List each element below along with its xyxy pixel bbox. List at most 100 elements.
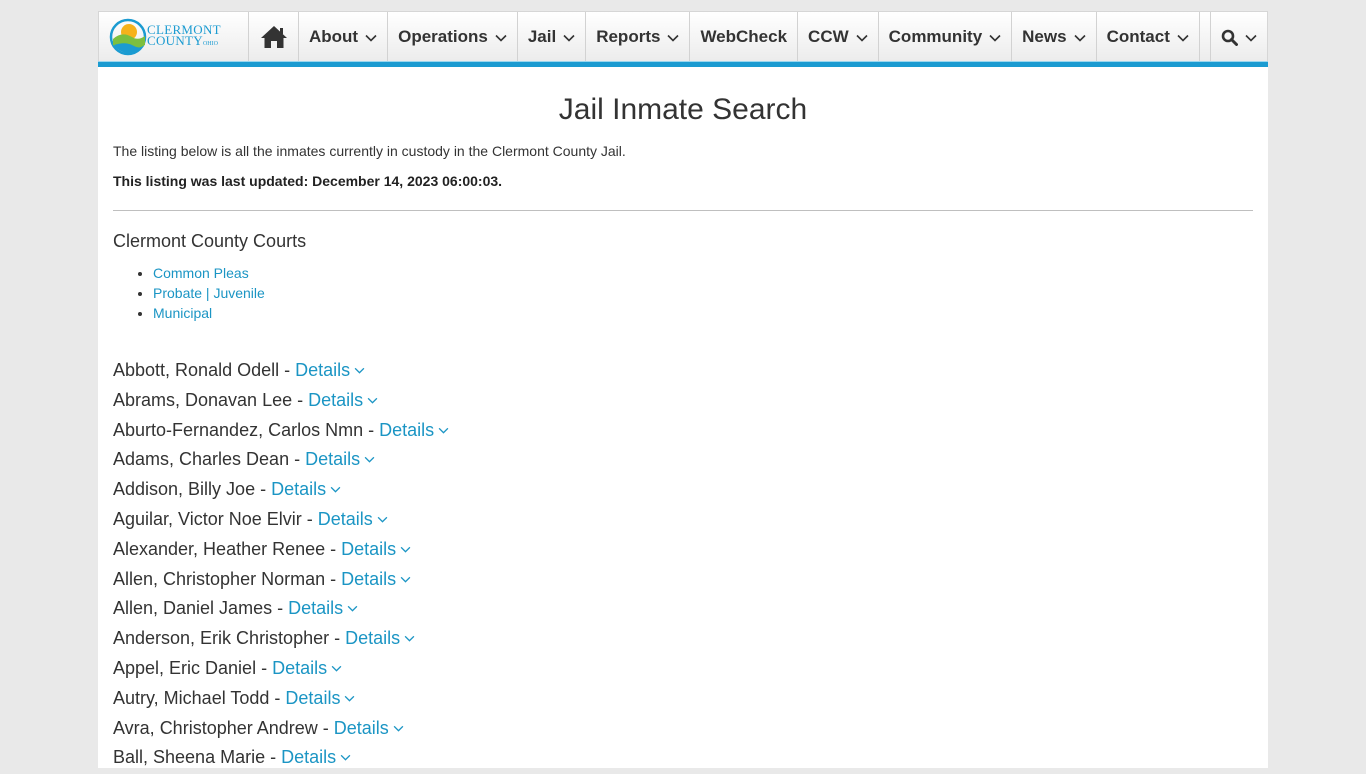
details-toggle[interactable]: Details <box>334 718 404 738</box>
inmate-separator: - <box>363 419 380 440</box>
intro-text: The listing below is all the inmates cur… <box>113 143 626 159</box>
inmate-row: Anderson, Erik Christopher - Details <box>113 625 449 655</box>
details-toggle[interactable]: Details <box>295 360 365 380</box>
court-link[interactable]: Municipal <box>153 305 212 321</box>
inmate-name: Appel, Eric Daniel <box>113 657 257 678</box>
nav-item-community[interactable]: Community <box>879 12 1013 62</box>
chevron-down-icon <box>1074 27 1086 47</box>
details-toggle[interactable]: Details <box>285 688 355 708</box>
chevron-down-icon <box>340 688 355 708</box>
chevron-down-icon <box>856 27 868 47</box>
details-label: Details <box>317 508 373 529</box>
inmate-separator: - <box>279 360 296 380</box>
court-link[interactable]: Common Pleas <box>153 265 249 281</box>
details-toggle[interactable]: Details <box>341 539 411 559</box>
nav-item-label: Reports <box>596 27 661 46</box>
inmate-row: Autry, Michael Todd - Details <box>113 685 449 715</box>
details-toggle[interactable]: Details <box>288 598 358 618</box>
inmate-separator: - <box>292 389 309 410</box>
nav-item-label: CCW <box>808 27 849 46</box>
details-label: Details <box>379 419 435 440</box>
details-toggle[interactable]: Details <box>318 509 388 529</box>
chevron-down-icon <box>336 747 351 767</box>
nav-item-label: News <box>1022 27 1067 46</box>
details-label: Details <box>295 360 351 380</box>
courts-links-list: Common Pleas Probate | Juvenile Municipal <box>113 263 265 323</box>
nav-home-button[interactable] <box>249 12 299 62</box>
nav-item-label: About <box>309 27 359 46</box>
home-icon <box>260 26 287 48</box>
inmate-name: Abrams, Donavan Lee <box>113 389 293 410</box>
details-label: Details <box>271 479 327 500</box>
inmate-row: Abrams, Donavan Lee - Details <box>113 387 449 417</box>
chevron-down-icon <box>396 569 411 589</box>
details-toggle[interactable]: Details <box>379 420 449 440</box>
nav-item-reports[interactable]: Reports <box>586 12 691 62</box>
details-toggle[interactable]: Details <box>345 628 415 648</box>
inmate-separator: - <box>325 538 342 559</box>
inmate-separator: - <box>256 657 273 678</box>
inmate-row: Allen, Daniel James - Details <box>113 595 449 625</box>
inmate-name: Aburto-Fernandez, Carlos Nmn <box>113 419 364 440</box>
details-toggle[interactable]: Details <box>271 479 341 499</box>
nav-item-contact[interactable]: Contact <box>1097 12 1200 62</box>
nav-item-jail[interactable]: Jail <box>518 12 587 62</box>
details-toggle[interactable]: Details <box>341 569 411 589</box>
court-link[interactable]: Probate | Juvenile <box>153 285 265 301</box>
inmate-row: Allen, Christopher Norman - Details <box>113 566 449 596</box>
logo-text-county: COUNTY <box>147 33 203 48</box>
chevron-down-icon <box>365 27 377 47</box>
nav-item-label: Operations <box>398 27 488 46</box>
chevron-down-icon <box>350 360 365 380</box>
inmate-row: Aguilar, Victor Noe Elvir - Details <box>113 506 449 536</box>
inmate-name: Ball, Sheena Marie <box>113 747 266 768</box>
chevron-down-icon <box>989 27 1001 47</box>
nav-item-news[interactable]: News <box>1012 12 1097 62</box>
inmate-name: Autry, Michael Todd <box>113 687 270 708</box>
nav-item-operations[interactable]: Operations <box>388 12 518 62</box>
nav-item-about[interactable]: About <box>299 12 389 62</box>
chevron-down-icon <box>373 509 388 529</box>
inmate-row: Appel, Eric Daniel - Details <box>113 655 449 685</box>
inmate-list: Abbott, Ronald Odell - Details Abrams, Do… <box>113 357 449 774</box>
list-item: Probate | Juvenile <box>153 283 265 303</box>
details-label: Details <box>272 657 328 678</box>
inmate-separator: - <box>255 479 272 500</box>
details-toggle[interactable]: Details <box>308 390 378 410</box>
chevron-down-icon <box>563 27 575 47</box>
page-title: Jail Inmate Search <box>558 93 808 126</box>
inmate-row: Ball, Sheena Marie - Details <box>113 744 449 774</box>
inmate-name: Aguilar, Victor Noe Elvir <box>113 508 302 529</box>
nav-menu-items: About Operations Jail Reports WebCheck CCW Com… <box>299 12 1200 62</box>
inmate-separator: - <box>265 747 282 768</box>
details-label: Details <box>341 568 397 589</box>
details-toggle[interactable]: Details <box>272 658 342 678</box>
details-label: Details <box>305 449 361 470</box>
nav-item-label: Contact <box>1106 27 1170 46</box>
inmate-name: Addison, Billy Joe <box>113 479 256 500</box>
details-label: Details <box>345 628 401 649</box>
inmate-name: Avra, Christopher Andrew <box>113 717 318 738</box>
details-toggle[interactable]: Details <box>281 747 351 767</box>
nav-item-webcheck[interactable]: WebCheck <box>690 12 799 62</box>
inmate-name: Allen, Daniel James <box>113 598 273 619</box>
chevron-down-icon <box>495 27 507 47</box>
nav-item-label: Community <box>888 27 983 46</box>
chevron-down-icon <box>327 658 342 678</box>
inmate-separator: - <box>269 687 286 708</box>
clermont-county-logo[interactable]: CLERMONT COUNTYOHIO <box>99 12 249 62</box>
details-toggle[interactable]: Details <box>305 449 375 469</box>
inmate-row: Addison, Billy Joe - Details <box>113 476 449 506</box>
nav-item-label: Jail <box>527 27 557 46</box>
nav-search-button[interactable] <box>1210 12 1267 62</box>
chevron-down-icon <box>1245 27 1257 47</box>
chevron-down-icon <box>667 27 680 47</box>
list-item: Common Pleas <box>153 263 265 283</box>
logo-text-line2: COUNTYOHIO <box>147 33 218 50</box>
inmate-name: Adams, Charles Dean <box>113 449 290 470</box>
nav-item-ccw[interactable]: CCW <box>798 12 879 62</box>
details-label: Details <box>281 747 337 768</box>
page-container: CLERMONT COUNTYOHIO About Operations Jail R… <box>98 11 1268 768</box>
chevron-down-icon <box>1177 27 1189 47</box>
chevron-down-icon <box>363 390 378 410</box>
